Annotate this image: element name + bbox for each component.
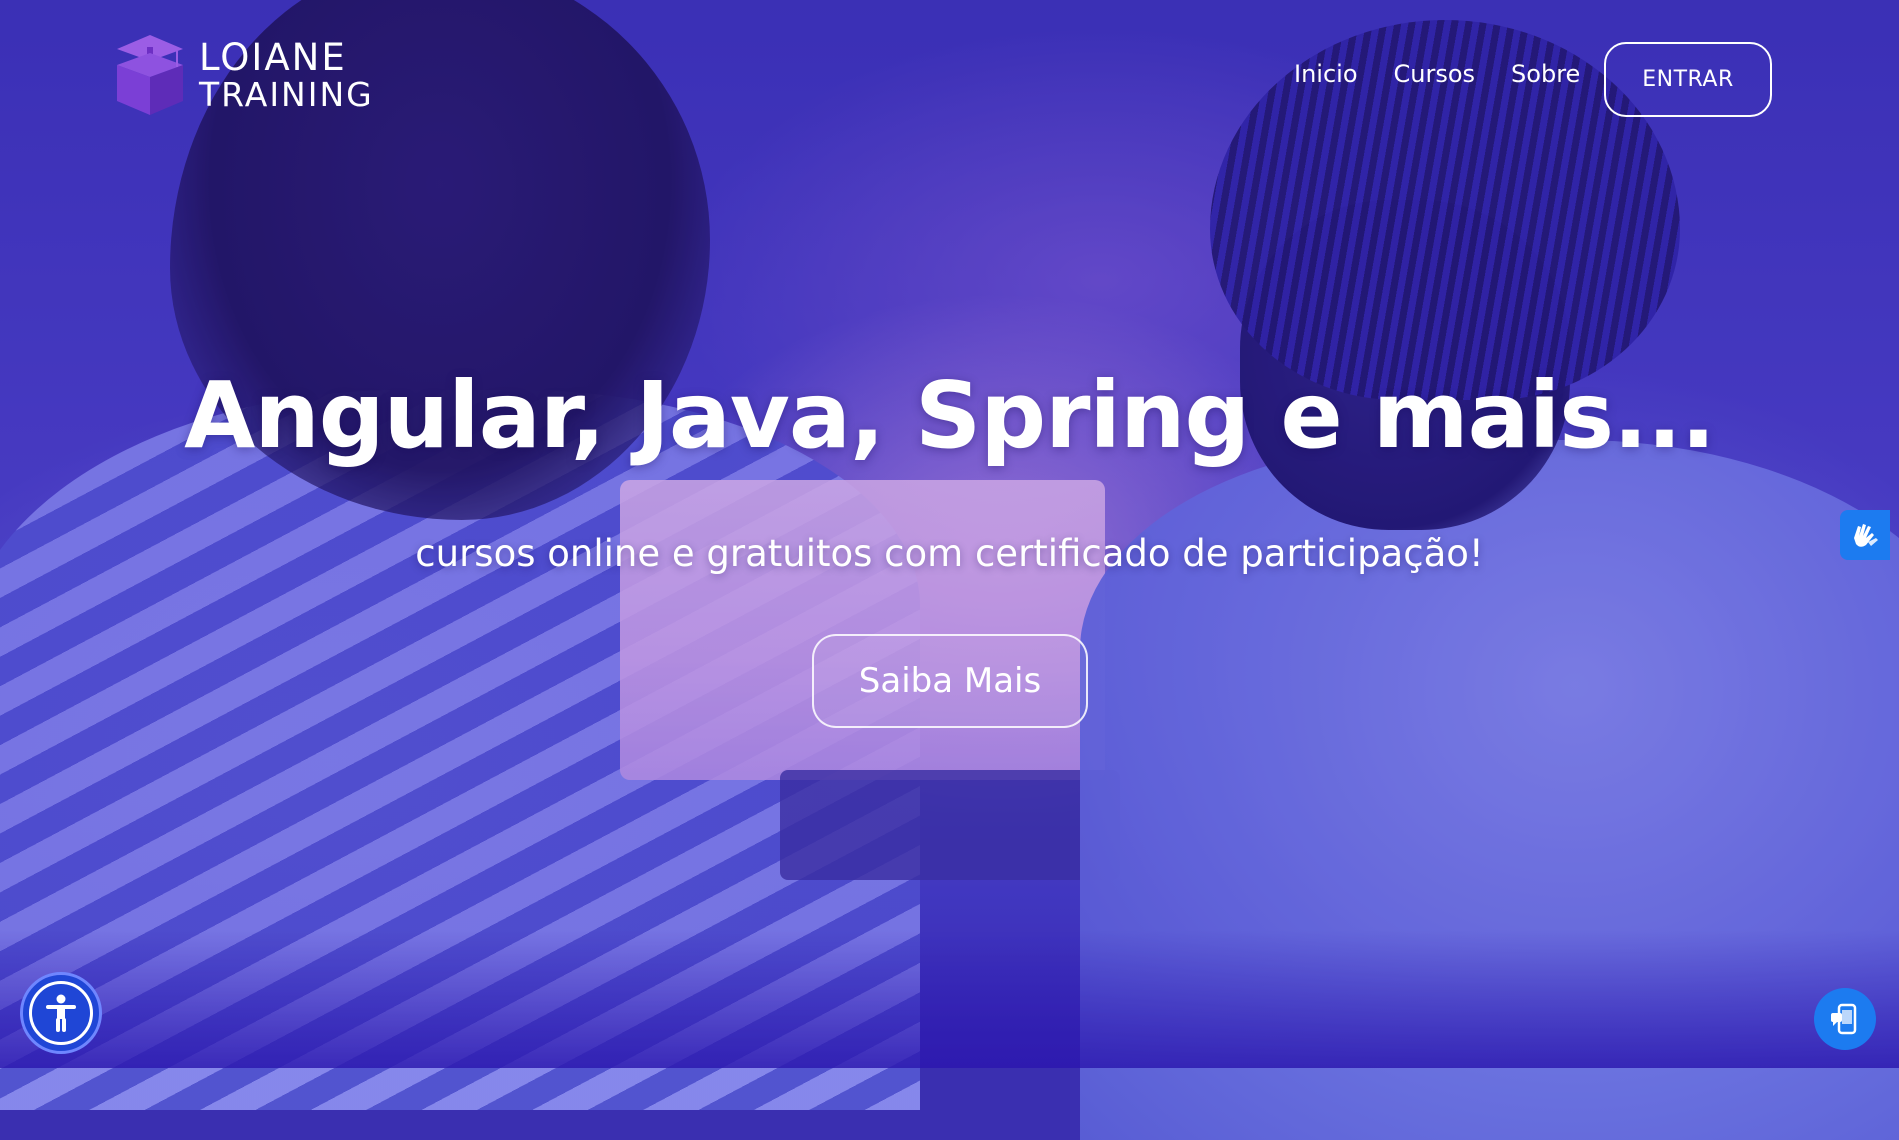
accessibility-widget-ring [29, 981, 93, 1045]
main-nav: Inicio Cursos Sobre [1294, 60, 1580, 88]
brand-logo-link[interactable]: LOIANE TRAINING [113, 33, 374, 117]
sign-language-widget-button[interactable] [1840, 510, 1890, 560]
graduation-cap-box-logo-icon [117, 35, 183, 115]
nav-link-cursos[interactable]: Cursos [1394, 60, 1476, 88]
login-button[interactable]: ENTRAR [1604, 42, 1772, 117]
brand-wordmark: LOIANE TRAINING [199, 39, 374, 111]
hero-subtitle: cursos online e gratuitos com certificad… [415, 532, 1484, 575]
brand-name-line1: LOIANE [199, 36, 347, 79]
accessibility-widget-button[interactable] [20, 972, 102, 1054]
nav-link-inicio[interactable]: Inicio [1294, 60, 1358, 88]
sign-language-hands-icon [1854, 524, 1878, 547]
phone-chat-icon [1831, 1003, 1857, 1035]
learn-more-button[interactable]: Saiba Mais [812, 634, 1088, 728]
hero-title: Angular, Java, Spring e mais... [184, 362, 1716, 469]
accessibility-person-icon [46, 994, 76, 1032]
chat-widget-button[interactable] [1814, 988, 1876, 1050]
nav-link-sobre[interactable]: Sobre [1511, 60, 1580, 88]
brand-name-line2: TRAINING [199, 75, 374, 114]
